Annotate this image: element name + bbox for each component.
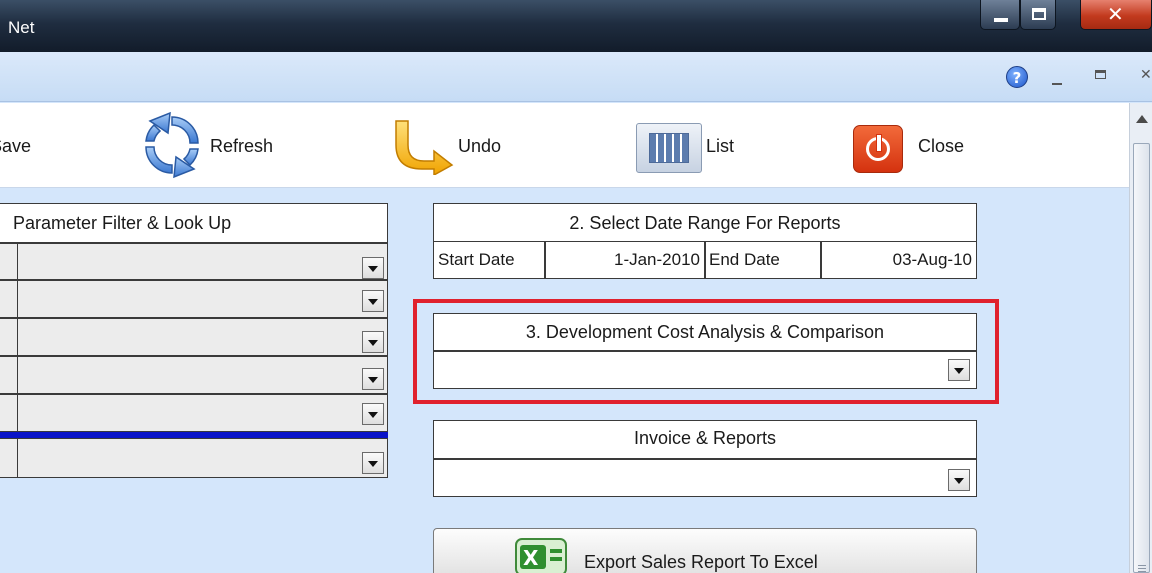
save-button[interactable]: Save [0,103,110,188]
close-icon [853,125,903,173]
end-date-value: 03-Aug-10 [892,250,972,269]
toolbar: Save Refresh [0,103,1129,188]
start-date-label: Start Date [438,250,515,269]
parameter-filter-combo-6[interactable] [17,438,388,478]
child-close-button[interactable]: ✕ [1140,66,1152,83]
close-x-icon: ✕ [1107,2,1124,26]
child-minimize-button[interactable] [1052,83,1062,85]
close-label: Close [918,136,965,156]
window-maximize-button[interactable] [1020,0,1056,30]
parameter-filter-title: Parameter Filter & Look Up [13,213,232,233]
child-window-bar [0,52,1152,102]
row-stub [0,394,18,432]
vertical-scrollbar[interactable] [1129,103,1152,573]
window-minimize-button[interactable] [980,0,1020,30]
child-restore-button[interactable] [1095,70,1106,79]
invoice-reports-title: Invoice & Reports [633,428,777,448]
svg-text:X: X [523,546,539,570]
undo-icon [395,120,454,175]
row-stub [0,438,18,478]
refresh-icon [145,111,199,179]
end-date-field[interactable]: 03-Aug-10 [821,241,977,279]
parameter-filter-combo-4[interactable] [17,356,388,394]
date-range-title: 2. Select Date Range For Reports [569,213,841,233]
start-date-label-cell: Start Date [433,241,545,279]
list-label: List [706,136,735,156]
export-sales-report-button[interactable]: X Export Sales Report To Excel [433,528,977,573]
row-stub [0,243,18,280]
list-button[interactable]: List [634,103,774,188]
dropdown-arrow-icon[interactable] [362,368,384,390]
dropdown-arrow-icon[interactable] [362,403,384,425]
application-window: Net ✕ ? ✕ Save [0,0,1152,573]
highlight-box [413,299,999,404]
undo-label: Undo [458,136,502,156]
help-icon[interactable]: ? [1006,66,1028,88]
dropdown-arrow-icon[interactable] [948,469,970,491]
export-label: Export Sales Report To Excel [584,552,818,572]
row-stub [0,318,18,356]
save-label: Save [0,136,32,156]
refresh-button[interactable]: Refresh [138,103,308,188]
invoice-reports-header: Invoice & Reports [433,420,977,459]
parameter-filter-combo-1[interactable] [17,243,388,280]
parameter-filter-combo-5[interactable] [17,394,388,432]
dropdown-arrow-icon[interactable] [362,257,384,279]
window-close-button[interactable]: ✕ [1080,0,1152,30]
list-icon [636,123,702,173]
window-title: Net [8,18,35,37]
dropdown-arrow-icon[interactable] [362,331,384,353]
maximize-icon [1032,8,1046,20]
minimize-icon [994,18,1008,22]
parameter-filter-header: Parameter Filter & Look Up [0,203,388,243]
dropdown-arrow-icon[interactable] [362,452,384,474]
close-button[interactable]: Close [852,103,992,188]
scroll-up-arrow-icon[interactable] [1136,115,1148,123]
row-stub [0,356,18,394]
date-range-header: 2. Select Date Range For Reports [433,203,977,242]
parameter-filter-combo-2[interactable] [17,280,388,318]
excel-icon: X [515,538,567,573]
start-date-value: 1-Jan-2010 [613,250,700,269]
refresh-label: Refresh [210,136,274,156]
dropdown-arrow-icon[interactable] [362,290,384,312]
end-date-label: End Date [709,250,780,269]
row-stub [0,280,18,318]
invoice-reports-dropdown[interactable] [433,459,977,497]
end-date-label-cell: End Date [705,241,821,279]
parameter-filter-combo-3[interactable] [17,318,388,356]
start-date-field[interactable]: 1-Jan-2010 [545,241,705,279]
window-controls: ✕ [976,0,1152,34]
title-bar: Net ✕ [0,0,1152,52]
scroll-thumb[interactable] [1133,143,1150,573]
undo-button[interactable]: Undo [386,103,536,188]
